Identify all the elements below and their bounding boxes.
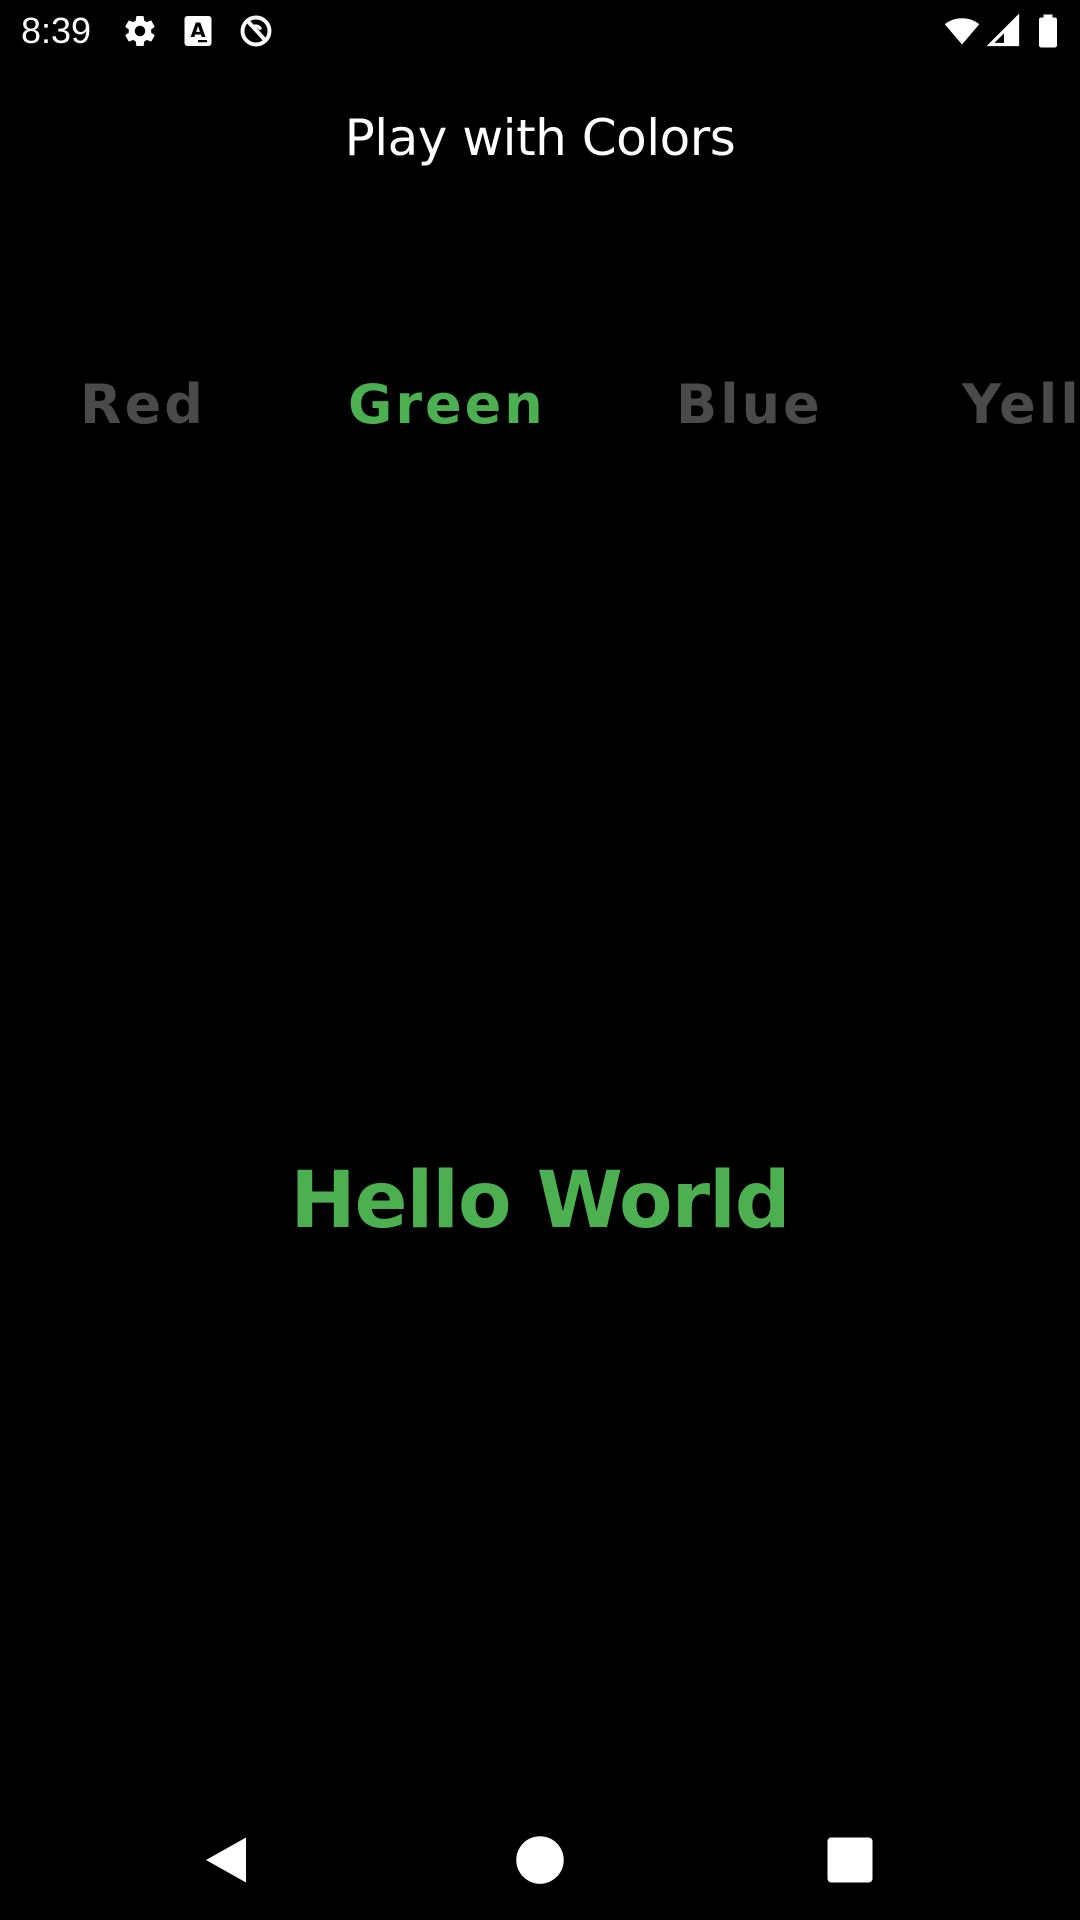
status-bar: 8:39 A <box>0 0 1080 63</box>
svg-text:A: A <box>190 19 205 42</box>
page-title: Play with Colors <box>344 109 736 167</box>
navigation-bar <box>0 1800 1080 1920</box>
gear-icon <box>122 13 158 49</box>
home-button[interactable] <box>510 1830 570 1890</box>
home-icon <box>510 1830 570 1890</box>
recents-button[interactable] <box>820 1830 880 1890</box>
wifi-icon <box>944 13 980 49</box>
tab-yellow[interactable]: Yello <box>962 370 1080 440</box>
tab-red[interactable]: Red <box>80 370 206 440</box>
keyboard-a-icon: A <box>180 13 216 49</box>
tab-blue[interactable]: Blue <box>676 370 823 440</box>
signal-icon <box>986 13 1022 49</box>
status-time: 8:39 <box>21 10 92 51</box>
recents-icon <box>820 1830 880 1890</box>
color-tabs: Red Green Blue Yello <box>0 370 1080 440</box>
hello-world-text: Hello World <box>290 1156 790 1246</box>
battery-icon <box>1030 13 1066 49</box>
no-sync-icon <box>238 13 274 49</box>
back-button[interactable] <box>196 1830 256 1890</box>
tab-green[interactable]: Green <box>348 370 546 440</box>
back-icon <box>196 1830 256 1890</box>
